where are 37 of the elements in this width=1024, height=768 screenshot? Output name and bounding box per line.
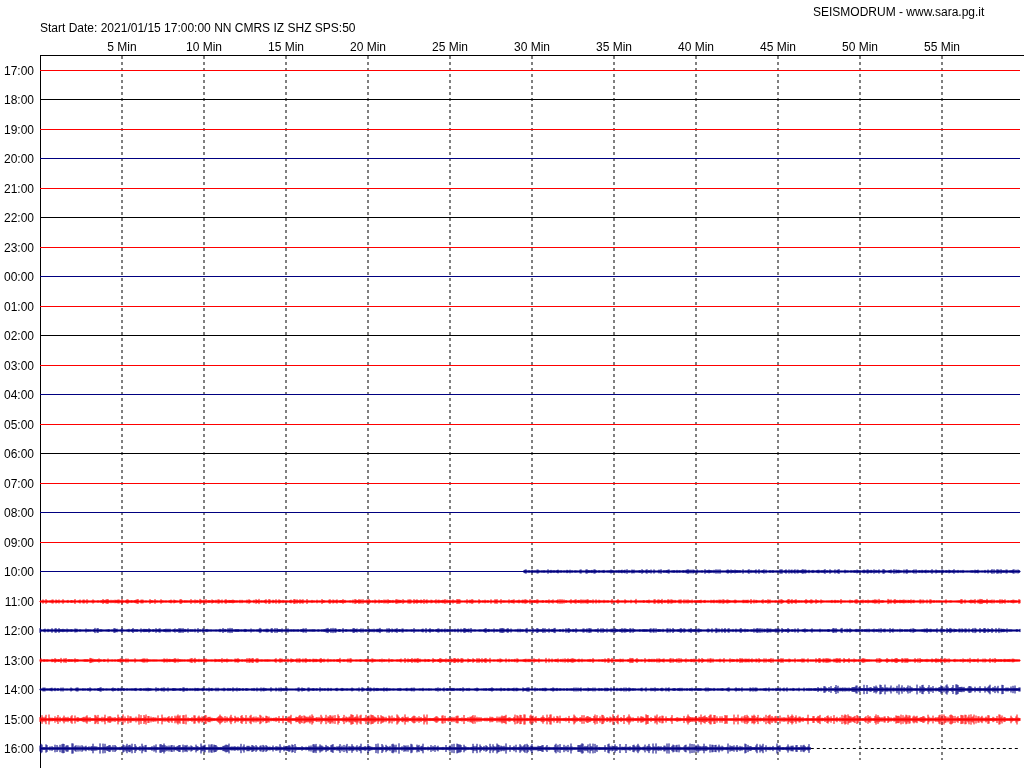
hour-label: 05:00 bbox=[3, 417, 34, 432]
hour-label: 06:00 bbox=[3, 446, 34, 461]
hour-label: 08:00 bbox=[3, 505, 34, 520]
hour-label: 11:00 bbox=[4, 594, 34, 609]
hour-label: 21:00 bbox=[3, 181, 34, 196]
hour-label: 23:00 bbox=[3, 240, 34, 255]
hour-label: 17:00 bbox=[3, 63, 34, 78]
minute-label: 20 Min bbox=[350, 40, 386, 54]
hour-label: 14:00 bbox=[3, 682, 34, 697]
hour-label: 03:00 bbox=[3, 358, 34, 373]
minute-label: 40 Min bbox=[678, 40, 714, 54]
hour-label: 07:00 bbox=[3, 476, 34, 491]
minute-label: 15 Min bbox=[268, 40, 304, 54]
minute-label: 35 Min bbox=[596, 40, 632, 54]
minute-label: 10 Min bbox=[186, 40, 222, 54]
minute-label: 30 Min bbox=[514, 40, 550, 54]
minute-label: 5 Min bbox=[107, 40, 137, 54]
hour-label: 00:00 bbox=[3, 269, 34, 284]
hour-label: 16:00 bbox=[3, 741, 34, 756]
start-info: Start Date: 2021/01/15 17:00:00 NN CMRS IZ SHZ SPS:50 bbox=[40, 21, 356, 35]
hour-label: 13:00 bbox=[3, 653, 34, 668]
hour-label: 04:00 bbox=[3, 387, 34, 402]
hour-label: 19:00 bbox=[3, 122, 34, 137]
hour-label: 09:00 bbox=[3, 535, 34, 550]
minute-label: 45 Min bbox=[760, 40, 796, 54]
hour-label: 01:00 bbox=[3, 299, 34, 314]
hour-label: 15:00 bbox=[3, 712, 34, 727]
hour-label: 02:00 bbox=[3, 328, 34, 343]
hour-label: 20:00 bbox=[3, 151, 34, 166]
app-title: SEISMODRUM - www.sara.pg.it bbox=[813, 5, 985, 19]
hour-label: 18:00 bbox=[3, 92, 34, 107]
hour-label: 12:00 bbox=[3, 623, 34, 638]
hour-label: 22:00 bbox=[3, 210, 34, 225]
minute-label: 25 Min bbox=[432, 40, 468, 54]
minute-label: 55 Min bbox=[924, 40, 960, 54]
hour-label: 10:00 bbox=[3, 564, 34, 579]
minute-label: 50 Min bbox=[842, 40, 878, 54]
